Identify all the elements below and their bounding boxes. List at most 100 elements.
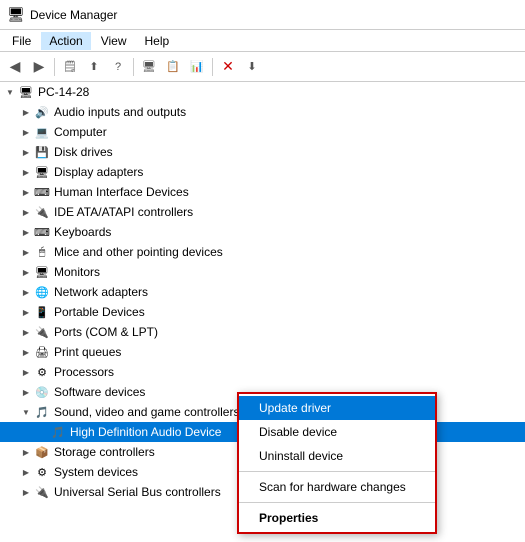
device-button[interactable]: 📋 bbox=[162, 56, 184, 78]
menu-file[interactable]: File bbox=[4, 32, 39, 50]
tree-item-net[interactable]: ▶ Network adapters bbox=[0, 282, 525, 302]
tree-item-ide[interactable]: ▶ IDE ATA/ATAPI controllers bbox=[0, 202, 525, 222]
usb-expand[interactable]: ▶ bbox=[18, 484, 34, 500]
kbd-label: Keyboards bbox=[54, 225, 111, 239]
ide-label: IDE ATA/ATAPI controllers bbox=[54, 205, 193, 219]
update-driver-button[interactable]: ⬆ bbox=[83, 56, 105, 78]
hda-expand bbox=[34, 424, 50, 440]
tree-item-kbd[interactable]: ▶ Keyboards bbox=[0, 222, 525, 242]
sound-icon bbox=[34, 404, 50, 420]
monitors-label: Monitors bbox=[54, 265, 100, 279]
display-icon bbox=[34, 164, 50, 180]
menu-action[interactable]: Action bbox=[41, 32, 90, 50]
tree-item-mouse[interactable]: ▶ Mice and other pointing devices bbox=[0, 242, 525, 262]
usb-label: Universal Serial Bus controllers bbox=[54, 485, 221, 499]
disk-label: Disk drives bbox=[54, 145, 113, 159]
computer-label: Computer bbox=[54, 125, 107, 139]
ctx-separator-2 bbox=[239, 502, 435, 503]
properties-button[interactable]: 🗒 bbox=[59, 56, 81, 78]
device-tree[interactable]: ▼ PC-14-28 ▶ Audio inputs and outputs ▶ … bbox=[0, 82, 525, 542]
sound-label: Sound, video and game controllers bbox=[54, 405, 239, 419]
print-expand[interactable]: ▶ bbox=[18, 344, 34, 360]
ctx-scan-hardware[interactable]: Scan for hardware changes bbox=[239, 475, 435, 499]
kbd-expand[interactable]: ▶ bbox=[18, 224, 34, 240]
tree-item-ports[interactable]: ▶ Ports (COM & LPT) bbox=[0, 322, 525, 342]
toolbar-separator-3 bbox=[212, 58, 213, 76]
tree-item-display[interactable]: ▶ Display adapters bbox=[0, 162, 525, 182]
display-button[interactable]: 🖥 bbox=[138, 56, 160, 78]
app-icon: 🖥 bbox=[8, 7, 24, 23]
resources-button[interactable]: 📊 bbox=[186, 56, 208, 78]
ctx-uninstall-device[interactable]: Uninstall device bbox=[239, 444, 435, 468]
ports-icon bbox=[34, 324, 50, 340]
portable-expand[interactable]: ▶ bbox=[18, 304, 34, 320]
menu-help[interactable]: Help bbox=[137, 32, 178, 50]
sys-icon bbox=[34, 464, 50, 480]
tree-item-monitors[interactable]: ▶ Monitors bbox=[0, 262, 525, 282]
portable-label: Portable Devices bbox=[54, 305, 145, 319]
hid-expand[interactable]: ▶ bbox=[18, 184, 34, 200]
net-label: Network adapters bbox=[54, 285, 148, 299]
portable-icon bbox=[34, 304, 50, 320]
ctx-update-driver[interactable]: Update driver bbox=[239, 396, 435, 420]
scan-button[interactable]: ⬇ bbox=[241, 56, 263, 78]
storage-icon bbox=[34, 444, 50, 460]
storage-expand[interactable]: ▶ bbox=[18, 444, 34, 460]
hda-icon bbox=[50, 424, 66, 440]
usb-icon bbox=[34, 484, 50, 500]
monitors-icon bbox=[34, 264, 50, 280]
tree-item-proc[interactable]: ▶ Processors bbox=[0, 362, 525, 382]
audio-icon bbox=[34, 104, 50, 120]
tree-item-print[interactable]: ▶ Print queues bbox=[0, 342, 525, 362]
root-expand[interactable]: ▼ bbox=[2, 84, 18, 100]
tree-item-audio[interactable]: ▶ Audio inputs and outputs bbox=[0, 102, 525, 122]
sw-label: Software devices bbox=[54, 385, 145, 399]
context-menu: Update driver Disable device Uninstall d… bbox=[237, 392, 437, 534]
back-button[interactable]: ◀ bbox=[4, 56, 26, 78]
net-expand[interactable]: ▶ bbox=[18, 284, 34, 300]
tree-item-disk[interactable]: ▶ Disk drives bbox=[0, 142, 525, 162]
print-icon bbox=[34, 344, 50, 360]
toolbar: ◀ ▶ 🗒 ⬆ ? 🖥 📋 📊 ✕ ⬇ bbox=[0, 52, 525, 82]
pc-icon bbox=[18, 84, 34, 100]
computer-expand[interactable]: ▶ bbox=[18, 124, 34, 140]
kbd-icon bbox=[34, 224, 50, 240]
hid-label: Human Interface Devices bbox=[54, 185, 189, 199]
proc-label: Processors bbox=[54, 365, 114, 379]
proc-icon bbox=[34, 364, 50, 380]
help-button[interactable]: ? bbox=[107, 56, 129, 78]
tree-root[interactable]: ▼ PC-14-28 bbox=[0, 82, 525, 102]
mouse-expand[interactable]: ▶ bbox=[18, 244, 34, 260]
tree-item-computer[interactable]: ▶ Computer bbox=[0, 122, 525, 142]
ctx-disable-device[interactable]: Disable device bbox=[239, 420, 435, 444]
sw-expand[interactable]: ▶ bbox=[18, 384, 34, 400]
ide-expand[interactable]: ▶ bbox=[18, 204, 34, 220]
audio-label: Audio inputs and outputs bbox=[54, 105, 186, 119]
sys-expand[interactable]: ▶ bbox=[18, 464, 34, 480]
ports-expand[interactable]: ▶ bbox=[18, 324, 34, 340]
computer-icon bbox=[34, 124, 50, 140]
net-icon bbox=[34, 284, 50, 300]
tree-item-portable[interactable]: ▶ Portable Devices bbox=[0, 302, 525, 322]
display-label: Display adapters bbox=[54, 165, 143, 179]
disk-expand[interactable]: ▶ bbox=[18, 144, 34, 160]
menu-view[interactable]: View bbox=[93, 32, 135, 50]
forward-button[interactable]: ▶ bbox=[28, 56, 50, 78]
sw-icon bbox=[34, 384, 50, 400]
uninstall-button[interactable]: ✕ bbox=[217, 56, 239, 78]
proc-expand[interactable]: ▶ bbox=[18, 364, 34, 380]
menu-bar: File Action View Help bbox=[0, 30, 525, 52]
mouse-label: Mice and other pointing devices bbox=[54, 245, 223, 259]
display-expand[interactable]: ▶ bbox=[18, 164, 34, 180]
mouse-icon bbox=[34, 244, 50, 260]
hda-label: High Definition Audio Device bbox=[70, 425, 221, 439]
toolbar-separator-1 bbox=[54, 58, 55, 76]
hid-icon bbox=[34, 184, 50, 200]
tree-item-hid[interactable]: ▶ Human Interface Devices bbox=[0, 182, 525, 202]
audio-expand[interactable]: ▶ bbox=[18, 104, 34, 120]
sound-expand[interactable]: ▼ bbox=[18, 404, 34, 420]
storage-label: Storage controllers bbox=[54, 445, 155, 459]
ctx-properties[interactable]: Properties bbox=[239, 506, 435, 530]
print-label: Print queues bbox=[54, 345, 121, 359]
monitors-expand[interactable]: ▶ bbox=[18, 264, 34, 280]
